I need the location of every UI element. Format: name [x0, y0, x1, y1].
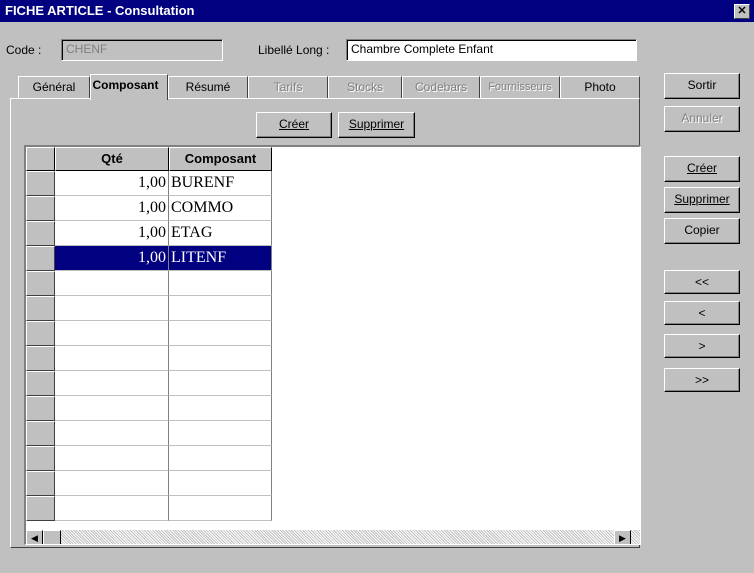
scroll-left-arrow-icon[interactable]: ◀: [26, 530, 43, 544]
composant-cell[interactable]: [169, 496, 272, 521]
composant-cell[interactable]: [169, 446, 272, 471]
row-selector[interactable]: [26, 371, 55, 396]
row-selector[interactable]: [26, 396, 55, 421]
tab-photo[interactable]: Photo: [560, 76, 640, 98]
last-record-button[interactable]: >>: [664, 368, 740, 392]
title-bar: FICHE ARTICLE - Consultation ✕: [0, 0, 754, 22]
next-record-button[interactable]: >: [664, 334, 740, 358]
first-record-button[interactable]: <<: [664, 270, 740, 294]
delete-button[interactable]: Supprimer: [664, 187, 740, 213]
composant-cell[interactable]: [169, 296, 272, 321]
exit-button[interactable]: Sortir: [664, 73, 740, 99]
qty-cell[interactable]: [55, 271, 169, 296]
copy-button[interactable]: Copier: [664, 218, 740, 244]
qty-cell[interactable]: 1,00: [55, 171, 169, 196]
previous-record-button[interactable]: <: [664, 301, 740, 325]
composant-cell[interactable]: ETAG: [169, 221, 272, 246]
composant-cell[interactable]: [169, 396, 272, 421]
close-button[interactable]: ✕: [734, 4, 750, 19]
composant-cell[interactable]: COMMO: [169, 196, 272, 221]
horizontal-scroll-thumb[interactable]: [43, 530, 61, 544]
qty-cell-selected[interactable]: 1,00: [55, 246, 169, 271]
qty-cell[interactable]: [55, 471, 169, 496]
panel-delete-button[interactable]: Supprimer: [338, 112, 415, 138]
tab-resume[interactable]: Résumé: [168, 76, 248, 98]
components-grid[interactable]: Qté Composant 1,00 BURENF 1,00 COMMO 1,0…: [24, 145, 641, 545]
tab-composant[interactable]: Composant: [90, 74, 168, 100]
libelle-field[interactable]: Chambre Complete Enfant: [346, 39, 637, 61]
panel-create-label: Créer: [278, 117, 309, 131]
qty-cell[interactable]: [55, 296, 169, 321]
composant-cell[interactable]: [169, 346, 272, 371]
create-label: Créer: [686, 161, 717, 175]
libelle-label: Libellé Long :: [258, 43, 330, 57]
composant-cell[interactable]: [169, 271, 272, 296]
column-header-qty[interactable]: Qté: [55, 147, 169, 171]
row-selector[interactable]: [26, 246, 55, 271]
qty-cell[interactable]: [55, 396, 169, 421]
delete-label: Supprimer: [674, 192, 730, 206]
row-selector[interactable]: [26, 471, 55, 496]
horizontal-scrollbar[interactable]: ◀ ▶: [26, 530, 640, 544]
composant-cell[interactable]: [169, 421, 272, 446]
column-header-composant[interactable]: Composant: [169, 147, 272, 171]
composant-cell[interactable]: [169, 371, 272, 396]
tab-tarifs[interactable]: Tarifs: [248, 76, 328, 98]
tab-fournisseurs[interactable]: Fournisseurs: [480, 76, 560, 98]
row-selector[interactable]: [26, 296, 55, 321]
row-selector[interactable]: [26, 346, 55, 371]
panel-create-button[interactable]: Créer: [256, 112, 332, 138]
window-title: FICHE ARTICLE - Consultation: [5, 3, 195, 18]
create-button[interactable]: Créer: [664, 156, 740, 182]
row-selector[interactable]: [26, 496, 55, 521]
code-label: Code :: [6, 43, 42, 57]
row-selector[interactable]: [26, 171, 55, 196]
qty-cell[interactable]: [55, 371, 169, 396]
composant-cell[interactable]: [169, 321, 272, 346]
qty-cell[interactable]: [55, 321, 169, 346]
composant-cell-selected[interactable]: LITENF: [169, 246, 272, 271]
qty-cell[interactable]: 1,00: [55, 196, 169, 221]
row-selector[interactable]: [26, 421, 55, 446]
row-selector[interactable]: [26, 221, 55, 246]
row-selector[interactable]: [26, 271, 55, 296]
composant-cell[interactable]: BURENF: [169, 171, 272, 196]
tab-codebars[interactable]: Codebars: [402, 76, 480, 98]
panel-delete-label: Supprimer: [348, 117, 405, 131]
scroll-right-arrow-icon[interactable]: ▶: [614, 530, 631, 544]
qty-cell[interactable]: [55, 346, 169, 371]
row-selector[interactable]: [26, 196, 55, 221]
qty-cell[interactable]: [55, 446, 169, 471]
row-selector[interactable]: [26, 446, 55, 471]
tab-stocks[interactable]: Stocks: [328, 76, 402, 98]
code-field[interactable]: CHENF: [61, 39, 223, 61]
grid-corner-header: [26, 147, 55, 171]
qty-cell[interactable]: 1,00: [55, 221, 169, 246]
qty-cell[interactable]: [55, 421, 169, 446]
cancel-button[interactable]: Annuler: [664, 106, 740, 132]
tab-general[interactable]: Général: [18, 76, 90, 98]
composant-cell[interactable]: [169, 471, 272, 496]
qty-cell[interactable]: [55, 496, 169, 521]
row-selector[interactable]: [26, 321, 55, 346]
